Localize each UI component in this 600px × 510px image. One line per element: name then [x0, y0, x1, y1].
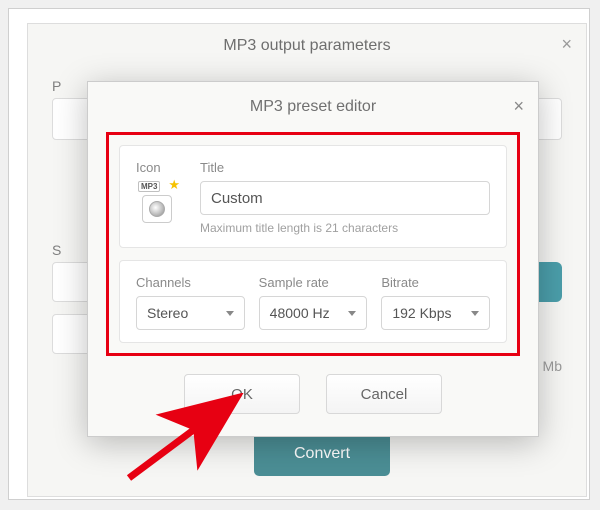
chevron-down-icon — [471, 311, 479, 316]
title-panel: Icon MP3 ★ Title Maximum title length is… — [119, 145, 507, 248]
preset-editor-footer: OK Cancel — [88, 370, 538, 436]
samplerate-value: 48000 Hz — [270, 305, 330, 321]
ok-button[interactable]: OK — [184, 374, 300, 414]
icon-field-label: Icon — [136, 160, 182, 175]
title-input[interactable] — [200, 181, 490, 215]
samplerate-select[interactable]: 48000 Hz — [259, 296, 368, 330]
title-field-label: Title — [200, 160, 490, 175]
output-parameters-title: MP3 output parameters — [223, 37, 390, 55]
convert-button[interactable]: Convert — [254, 432, 390, 476]
bitrate-value: 192 Kbps — [392, 305, 451, 321]
chevron-down-icon — [226, 311, 234, 316]
bitrate-label: Bitrate — [381, 275, 490, 290]
mp3-tag-icon: MP3 — [138, 181, 160, 192]
title-hint: Maximum title length is 21 characters — [200, 221, 490, 235]
star-icon: ★ — [168, 177, 180, 193]
preset-editor-body: Icon MP3 ★ Title Maximum title length is… — [106, 132, 520, 356]
channels-label: Channels — [136, 275, 245, 290]
preset-editor-title: MP3 preset editor — [250, 98, 376, 116]
lens-icon — [142, 195, 172, 223]
preset-editor-header: MP3 preset editor × — [88, 82, 538, 132]
chevron-down-icon — [348, 311, 356, 316]
output-parameters-header: MP3 output parameters × — [28, 24, 586, 68]
cancel-button[interactable]: Cancel — [326, 374, 442, 414]
preset-editor-dialog: MP3 preset editor × Icon MP3 ★ Title — [87, 81, 539, 437]
screenshot-frame: MP3 output parameters × P S Mb — [8, 8, 590, 500]
channels-value: Stereo — [147, 305, 188, 321]
preset-icon[interactable]: MP3 ★ — [136, 181, 178, 223]
channels-select[interactable]: Stereo — [136, 296, 245, 330]
close-icon[interactable]: × — [561, 34, 572, 55]
params-panel: Channels Stereo Sample rate 48000 Hz — [119, 260, 507, 343]
bitrate-select[interactable]: 192 Kbps — [381, 296, 490, 330]
samplerate-label: Sample rate — [259, 275, 368, 290]
close-icon[interactable]: × — [513, 96, 524, 117]
